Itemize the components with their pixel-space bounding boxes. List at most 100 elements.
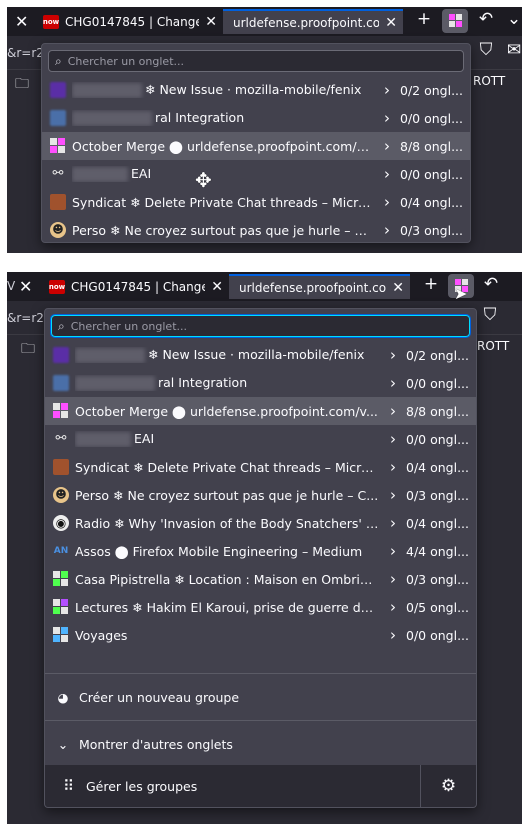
colored-grid-icon bbox=[53, 403, 69, 419]
chevron-right-icon[interactable]: › bbox=[386, 430, 400, 448]
chevron-right-icon[interactable]: › bbox=[380, 221, 394, 239]
group-label: ❄ New Issue · mozilla-mobile/fenix bbox=[72, 82, 380, 98]
chevron-right-icon[interactable]: › bbox=[386, 542, 400, 560]
group-label: ral Integration bbox=[75, 375, 386, 391]
group-label-text: ral Integration bbox=[158, 375, 248, 390]
group-row[interactable]: Syndicat ❄ Delete Private Chat threads –… bbox=[42, 188, 470, 216]
create-group-button[interactable]: ◕ Créer un nouveau groupe bbox=[45, 682, 476, 712]
group-row[interactable]: October Merge ⬤ urldefense.proofpoint.co… bbox=[45, 397, 476, 425]
separator bbox=[45, 720, 476, 721]
group-label-text: Casa Pipistrella ❄ Location : Maison en … bbox=[75, 571, 384, 587]
close-tab-icon[interactable]: ✕ bbox=[205, 14, 217, 30]
close-tab-icon[interactable]: ✕ bbox=[211, 279, 223, 295]
search-input[interactable] bbox=[64, 319, 469, 333]
new-tab-button[interactable]: + bbox=[411, 9, 437, 33]
group-row[interactable]: ⚯ EAI › 0/0 ongl... bbox=[42, 160, 470, 188]
tab-change-request[interactable]: now CHG0147845 | Change R ✕ bbox=[37, 9, 223, 34]
purple-blurred-icon bbox=[50, 82, 66, 98]
gear-icon[interactable]: ⚙ bbox=[420, 765, 476, 807]
group-label-text: EAI bbox=[131, 166, 152, 181]
group-row[interactable]: AN Assos ⬤ Firefox Mobile Engineering – M… bbox=[45, 537, 476, 565]
tab-change-request[interactable]: now CHG0147845 | Change R ✕ bbox=[43, 274, 229, 299]
group-label: Perso ❄ Ne croyez surtout pas que je hur… bbox=[72, 223, 380, 238]
chevron-right-icon[interactable]: › bbox=[380, 165, 394, 183]
group-row[interactable]: ❄ New Issue · mozilla-mobile/fenix › 0/2 o… bbox=[42, 76, 470, 104]
url-fragment[interactable]: &r=r2 bbox=[7, 311, 44, 325]
bookmark-item[interactable]: ROTT bbox=[474, 337, 513, 355]
chevron-right-icon[interactable]: › bbox=[386, 514, 400, 532]
screenshot-bottom: V ✕ now CHG0147845 | Change R ✕ urldefen… bbox=[7, 272, 522, 824]
group-row[interactable]: ❄ New Issue · mozilla-mobile/fenix › 0/2 o… bbox=[45, 341, 476, 369]
tab-count: 4/4 ongl... bbox=[406, 543, 469, 559]
undo-close-icon[interactable]: ↶ bbox=[478, 274, 504, 298]
grid-icon: ⠿ bbox=[63, 777, 74, 795]
manage-groups-button[interactable]: ⠿ Gérer les groupes bbox=[45, 765, 420, 807]
grid-icon bbox=[448, 14, 462, 27]
chevron-right-icon[interactable]: › bbox=[386, 374, 400, 392]
screenshot-top: ✕ now CHG0147845 | Change R ✕ urldefense… bbox=[7, 7, 522, 253]
chevron-right-icon[interactable]: › bbox=[380, 109, 394, 127]
tab-urldefense[interactable]: urldefense.proofpoint.com/ ✕ bbox=[223, 9, 403, 34]
tab-groups-button[interactable] bbox=[442, 9, 468, 33]
chevron-right-icon[interactable]: › bbox=[386, 626, 400, 644]
pocket-icon[interactable]: ⛉ bbox=[477, 305, 503, 329]
search-box[interactable]: ⌕ bbox=[48, 50, 464, 72]
close-tab-icon[interactable]: ✕ bbox=[385, 15, 397, 31]
chevron-right-icon[interactable]: › bbox=[380, 193, 394, 211]
folder-icon[interactable]: 🗀 bbox=[21, 338, 35, 362]
undo-close-icon[interactable]: ↶ bbox=[473, 9, 499, 33]
tab-fragment: V bbox=[7, 279, 16, 293]
group-row[interactable]: ral Integration › 0/0 ongl... bbox=[45, 369, 476, 397]
redacted-text bbox=[75, 376, 155, 391]
tab-count: 0/5 ongl... bbox=[406, 599, 469, 615]
group-row[interactable]: Casa Pipistrella ❄ Location : Maison en … bbox=[45, 565, 476, 593]
url-fragment[interactable]: &r=r2 bbox=[7, 46, 44, 60]
close-tab-icon[interactable]: ✕ bbox=[19, 279, 32, 295]
tab-count: 0/4 ongl... bbox=[406, 459, 469, 475]
panel-actions: ◕ Créer un nouveau groupe ⌄ Montrer d'au… bbox=[45, 665, 476, 759]
redacted-text bbox=[72, 83, 142, 98]
tab-urldefense[interactable]: urldefense.proofpoint.com/ ✕ bbox=[229, 274, 410, 299]
redacted-text bbox=[75, 348, 145, 363]
group-label-text: Lectures ❄ Hakim El Karoui, prise de gue… bbox=[75, 599, 386, 615]
chevron-right-icon[interactable]: › bbox=[380, 81, 394, 99]
group-row[interactable]: October Merge ⬤ urldefense.proofpoint.co… bbox=[42, 132, 470, 160]
group-label: Lectures ❄ Hakim El Karoui, prise de gue… bbox=[75, 600, 386, 615]
show-more-button[interactable]: ⌄ Montrer d'autres onglets bbox=[45, 729, 476, 759]
group-row[interactable]: ◉ Radio ❄ Why 'Invasion of the Body Snatc… bbox=[45, 509, 476, 537]
chevron-right-icon[interactable]: › bbox=[386, 402, 400, 420]
group-list: ❄ New Issue · mozilla-mobile/fenix › 0/2 o… bbox=[45, 341, 476, 649]
group-row[interactable]: ⚯ EAI › 0/0 ongl... bbox=[45, 425, 476, 453]
tab-count: 0/3 ongl... bbox=[406, 571, 469, 587]
group-label: Perso ❄ Ne croyez surtout pas que je hur… bbox=[75, 488, 386, 503]
new-tab-button[interactable]: + bbox=[418, 274, 444, 298]
network-icon: ⚯ bbox=[52, 166, 64, 181]
group-row[interactable]: ☻ Perso ❄ Ne croyez surtout pas que je hu… bbox=[42, 216, 470, 242]
chevron-right-icon[interactable]: › bbox=[386, 570, 400, 588]
folder-icon[interactable]: 🗀 bbox=[15, 73, 29, 97]
chevron-right-icon[interactable]: › bbox=[386, 458, 400, 476]
tab-count: 0/0 ongl... bbox=[400, 166, 463, 182]
group-row[interactable]: Voyages › 0/0 ongl... bbox=[45, 621, 476, 649]
separator bbox=[45, 673, 476, 674]
chevron-right-icon[interactable]: › bbox=[386, 598, 400, 616]
search-box[interactable]: ⌕ bbox=[50, 314, 471, 338]
search-input[interactable] bbox=[61, 54, 463, 68]
overflow-icon[interactable]: ⌄ bbox=[501, 9, 522, 33]
radio-icon: ◉ bbox=[53, 515, 69, 531]
close-tab-icon[interactable]: ✕ bbox=[392, 280, 404, 296]
close-tab-icon[interactable]: ✕ bbox=[15, 14, 28, 30]
group-label: Radio ❄ Why 'Invasion of the Body Snatch… bbox=[75, 516, 386, 531]
mail-icon[interactable]: ✉ bbox=[501, 40, 522, 64]
blue-blurred-icon bbox=[53, 375, 69, 391]
group-label: Syndicat ❄ Delete Private Chat threads –… bbox=[72, 195, 380, 210]
chevron-right-icon[interactable]: › bbox=[380, 137, 394, 155]
chevron-right-icon[interactable]: › bbox=[386, 346, 400, 364]
pocket-icon[interactable]: ⛉ bbox=[473, 40, 499, 64]
group-row[interactable]: Syndicat ❄ Delete Private Chat threads –… bbox=[45, 453, 476, 481]
chevron-right-icon[interactable]: › bbox=[386, 486, 400, 504]
group-row[interactable]: ral Integration › 0/0 ongl... bbox=[42, 104, 470, 132]
bookmark-item[interactable]: ROTT bbox=[470, 72, 509, 90]
group-row[interactable]: ☻ Perso ❄ Ne croyez surtout pas que je hu… bbox=[45, 481, 476, 509]
group-row[interactable]: Lectures ❄ Hakim El Karoui, prise de gue… bbox=[45, 593, 476, 621]
